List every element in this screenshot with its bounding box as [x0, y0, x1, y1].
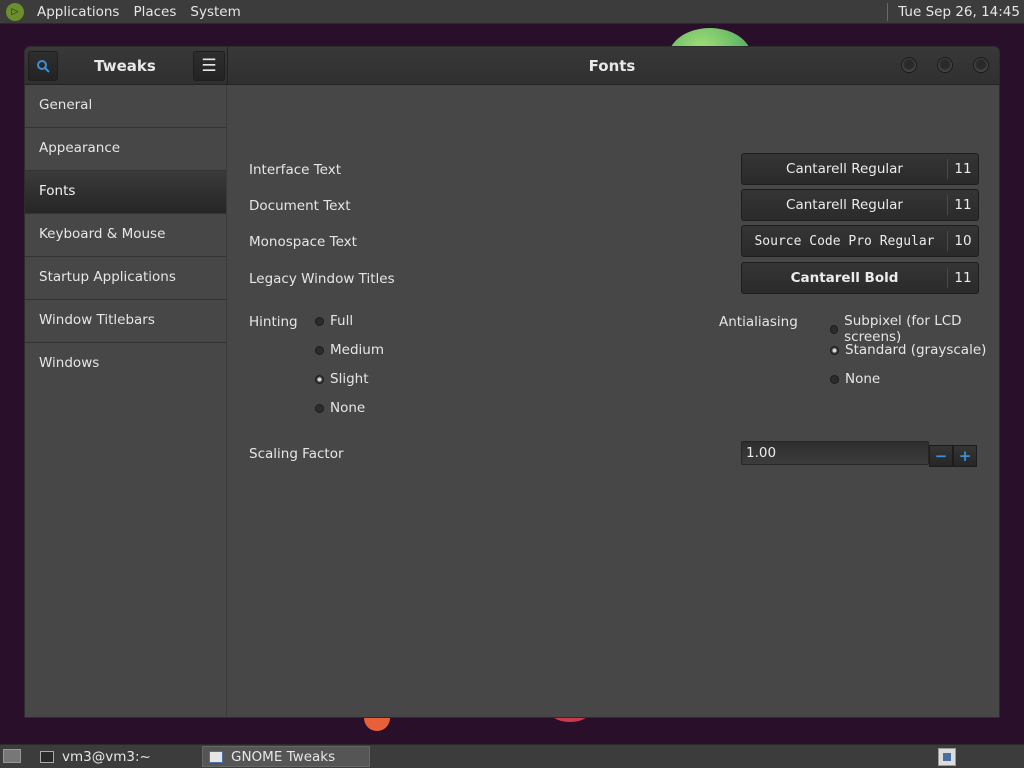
interface-font-name: Cantarell Regular [786, 161, 903, 177]
scaling-factor-input[interactable]: 1.00 [741, 441, 929, 465]
monospace-font-name: Source Code Pro Regular [754, 233, 935, 249]
hinting-radio-none[interactable]: None [315, 400, 365, 416]
radio-indicator [830, 374, 839, 384]
minus-icon: − [934, 447, 948, 465]
radio-indicator-selected [315, 374, 324, 384]
interface-font-size: 11 [947, 159, 978, 179]
sidebar-item-startup-applications[interactable]: Startup Applications [25, 257, 226, 300]
document-text-label: Document Text [249, 198, 351, 214]
menu-applications[interactable]: Applications [30, 0, 126, 24]
app-title: Tweaks [94, 57, 156, 75]
page-title: Fonts [588, 57, 636, 75]
fonts-panel: Interface Text Cantarell Regular 11 Docu… [227, 85, 999, 717]
distro-logo-icon[interactable]: ▷ [6, 2, 24, 21]
interface-text-label: Interface Text [249, 162, 342, 178]
top-panel: ▷ Applications Places System Tue Sep 26,… [0, 0, 1024, 24]
hinting-radio-medium[interactable]: Medium [315, 342, 384, 358]
antialiasing-radio-none[interactable]: None [830, 371, 880, 387]
sidebar: General Appearance Fonts Keyboard & Mous… [25, 85, 227, 717]
hamburger-icon: ☰ [201, 56, 217, 76]
radio-indicator [315, 403, 324, 413]
show-desktop-icon[interactable] [3, 749, 21, 763]
document-font-name: Cantarell Regular [786, 197, 903, 213]
bottom-panel: vm3@vm3:~ GNOME Tweaks [0, 744, 1024, 768]
antialiasing-label: Antialiasing [719, 314, 798, 330]
hamburger-menu-button[interactable]: ☰ [193, 51, 225, 81]
sidebar-item-general[interactable]: General [25, 85, 226, 128]
panel-divider [887, 2, 889, 21]
close-button[interactable] [973, 57, 989, 73]
antialiasing-radio-subpixel[interactable]: Subpixel (for LCD screens) [830, 313, 999, 345]
radio-indicator [830, 324, 839, 334]
tweaks-window: Tweaks ☰ Fonts General Appearance Fonts … [24, 46, 1000, 718]
scaling-increment-button[interactable]: + [953, 445, 977, 467]
sidebar-item-appearance[interactable]: Appearance [25, 128, 226, 171]
radio-indicator-selected [830, 345, 839, 355]
legacy-font-size: 11 [947, 268, 978, 288]
document-font-button[interactable]: Cantarell Regular 11 [741, 189, 979, 221]
interface-font-button[interactable]: Cantarell Regular 11 [741, 153, 979, 185]
minimize-button[interactable] [901, 57, 917, 73]
sidebar-item-window-titlebars[interactable]: Window Titlebars [25, 300, 226, 343]
plus-icon: + [958, 447, 972, 465]
sidebar-item-fonts[interactable]: Fonts [25, 171, 226, 214]
monospace-font-size: 10 [947, 231, 978, 251]
radio-indicator [315, 345, 324, 355]
menu-places[interactable]: Places [126, 0, 183, 24]
monospace-text-label: Monospace Text [249, 234, 357, 250]
hinting-label: Hinting [249, 314, 298, 330]
scaling-factor-label: Scaling Factor [249, 446, 344, 462]
terminal-icon [40, 750, 54, 763]
hinting-radio-slight[interactable]: Slight [315, 371, 369, 387]
taskbar-item-terminal[interactable]: vm3@vm3:~ [34, 746, 200, 767]
maximize-button[interactable] [937, 57, 953, 73]
scaling-decrement-button[interactable]: − [929, 445, 953, 467]
document-font-size: 11 [947, 195, 978, 215]
clock[interactable]: Tue Sep 26, 14:45 [898, 4, 1020, 20]
taskbar-item-gnome-tweaks[interactable]: GNOME Tweaks [202, 746, 370, 767]
tweaks-app-icon [209, 750, 223, 763]
hinting-radio-full[interactable]: Full [315, 313, 353, 329]
menu-system[interactable]: System [183, 0, 247, 24]
antialiasing-radio-standard[interactable]: Standard (grayscale) [830, 342, 986, 358]
monospace-font-button[interactable]: Source Code Pro Regular 10 [741, 225, 979, 257]
sidebar-item-windows[interactable]: Windows [25, 343, 226, 386]
legacy-font-name: Cantarell Bold [790, 270, 899, 286]
legacy-font-button[interactable]: Cantarell Bold 11 [741, 262, 979, 294]
radio-indicator [315, 316, 324, 326]
sidebar-item-keyboard-mouse[interactable]: Keyboard & Mouse [25, 214, 226, 257]
header-bar: Tweaks ☰ Fonts [25, 47, 999, 85]
legacy-window-titles-label: Legacy Window Titles [249, 271, 395, 287]
search-icon [37, 60, 50, 73]
search-button[interactable] [28, 51, 58, 81]
